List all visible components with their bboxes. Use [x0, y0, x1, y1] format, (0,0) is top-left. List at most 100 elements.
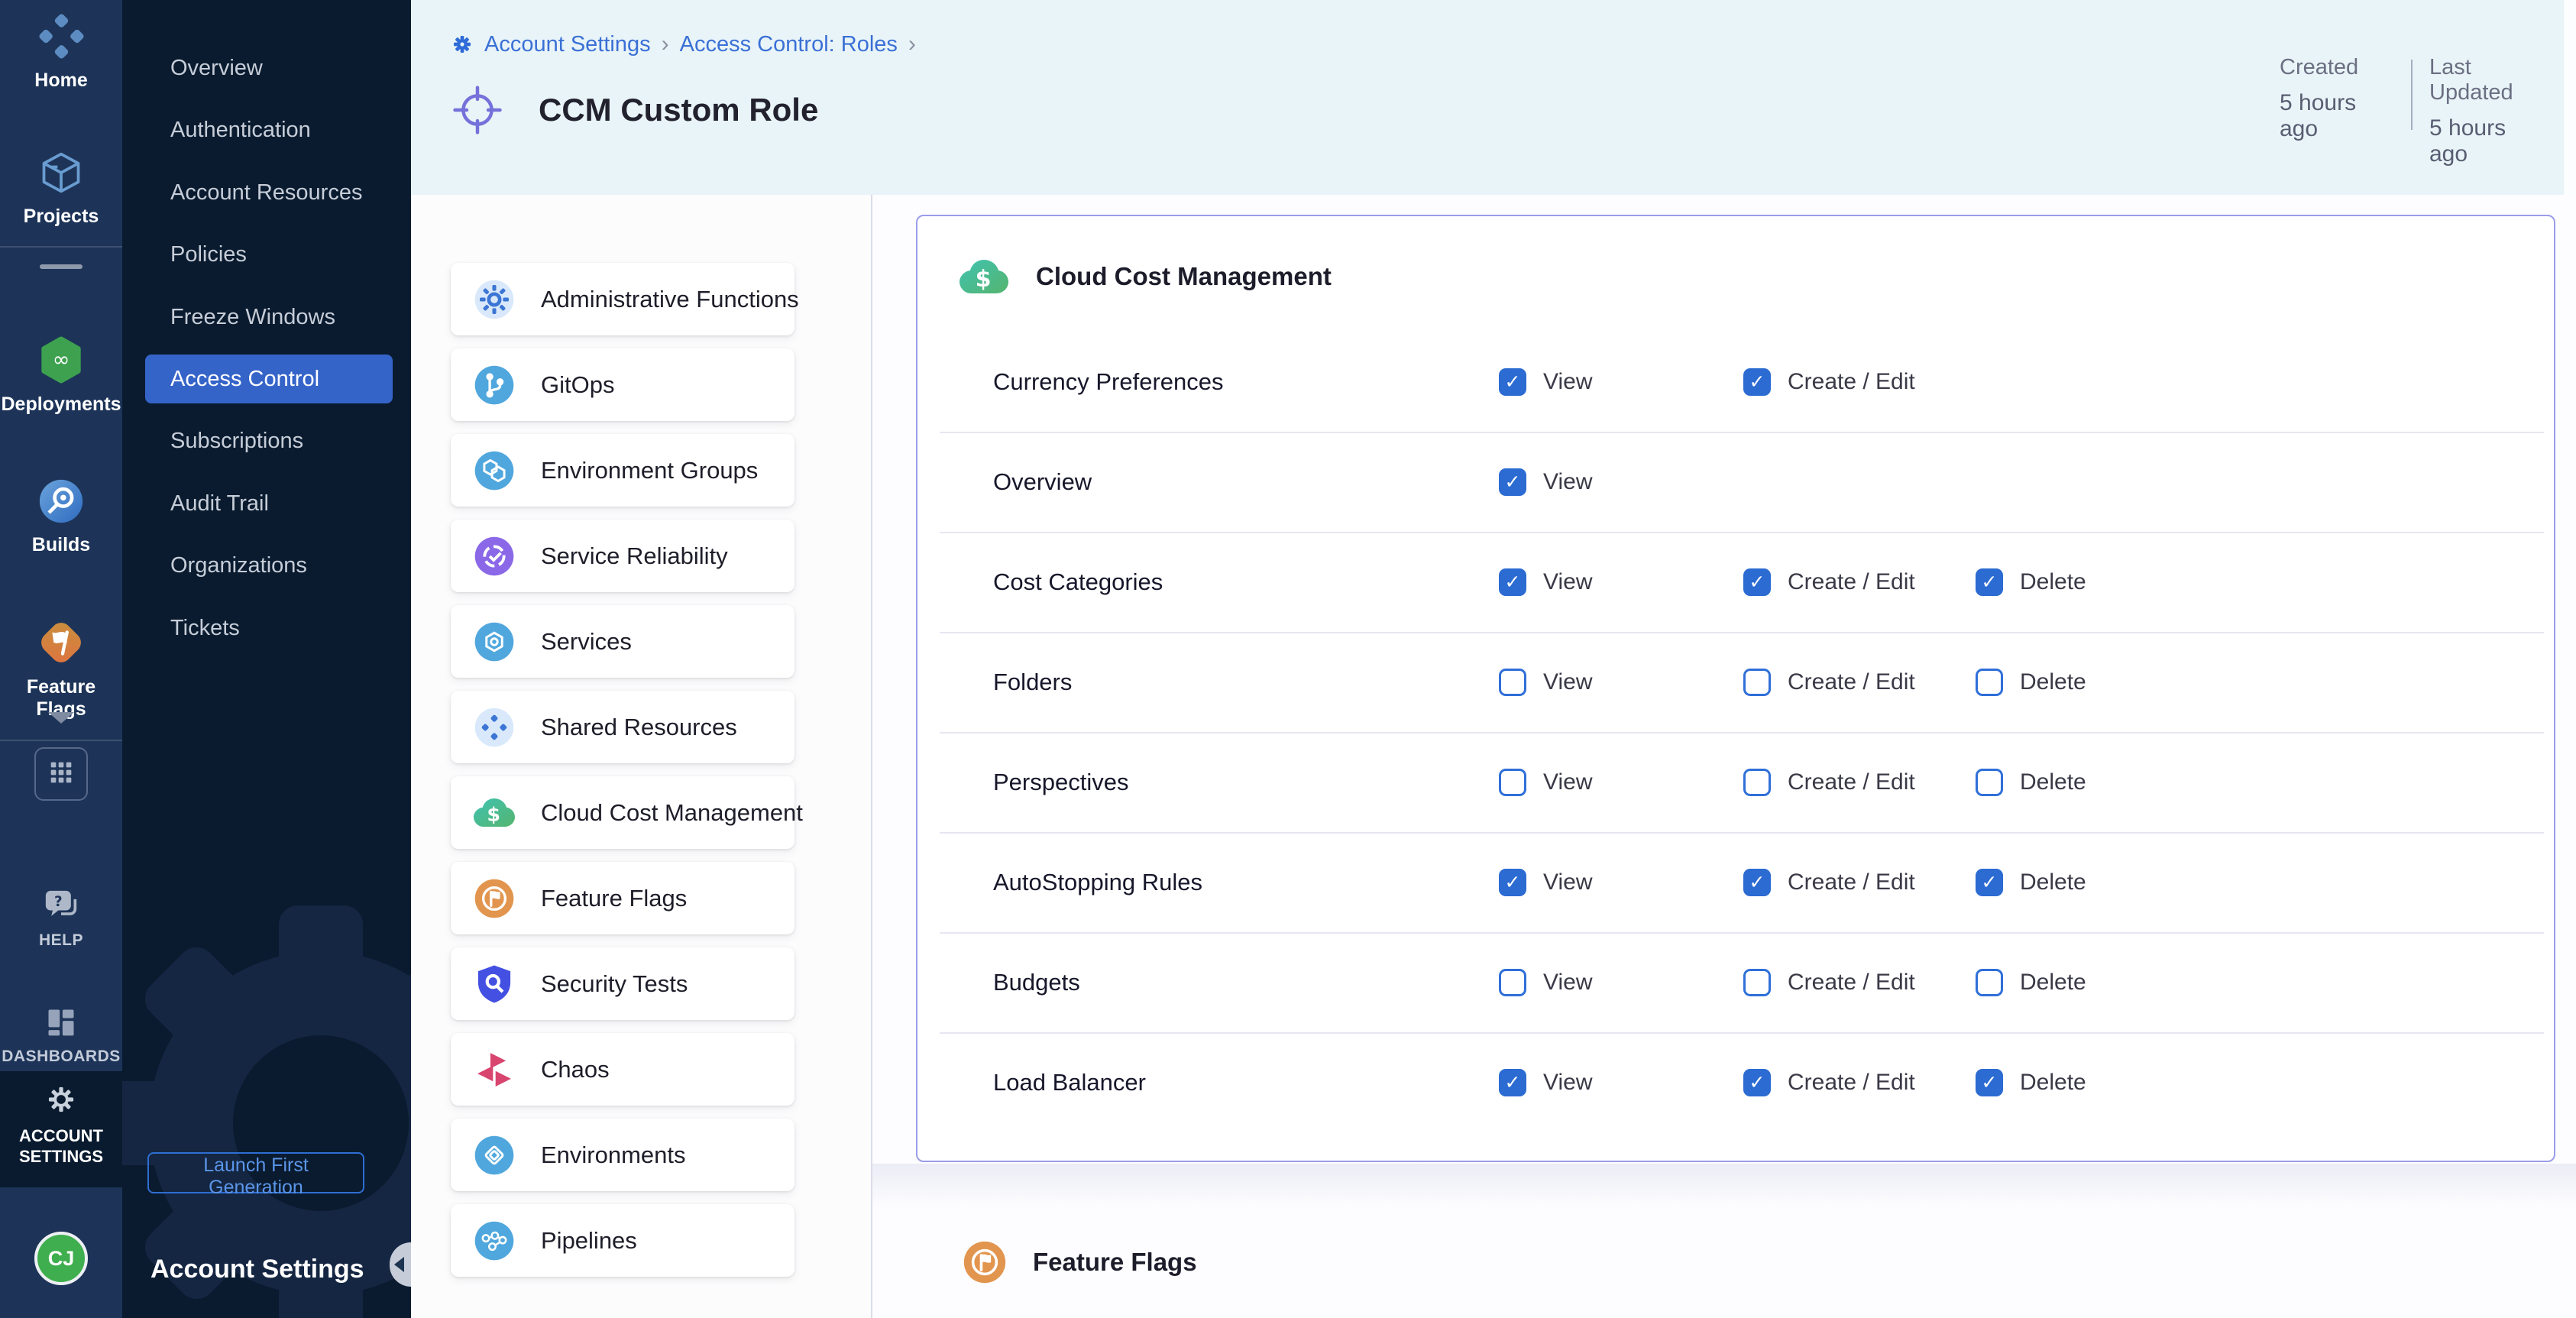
delete-checkbox[interactable] — [1976, 669, 2003, 696]
permissions-panel: $ Cloud Cost Management Currency Prefere… — [916, 215, 2555, 1162]
resource-item-environment-groups[interactable]: Environment Groups — [451, 434, 794, 507]
sidebar-collapse-button[interactable] — [390, 1242, 411, 1287]
sidebar-item-subscriptions[interactable]: Subscriptions — [122, 416, 411, 465]
sidebar-item-organizations[interactable]: Organizations — [122, 541, 411, 590]
resource-item-service-reliability[interactable]: Service Reliability — [451, 520, 794, 592]
sidebar-item-policies[interactable]: Policies — [122, 230, 411, 279]
sidebar-item-account-resources[interactable]: Account Resources — [122, 168, 411, 217]
view-checkbox[interactable]: ✓ — [1499, 869, 1526, 896]
gitops-icon — [474, 364, 515, 406]
create_edit-checkbox-label: Create / Edit — [1788, 769, 1915, 795]
rail-item-home[interactable]: Home — [0, 12, 122, 92]
delete-permission-cell: Delete — [1976, 769, 2086, 796]
view-checkbox[interactable] — [1499, 769, 1526, 796]
view-checkbox-label: View — [1543, 769, 1592, 795]
projects-cube-icon — [0, 150, 122, 199]
rail-item-dashboards[interactable]: DASHBOARDS — [0, 1006, 122, 1066]
collapse-left-icon — [394, 1257, 404, 1272]
feature-flags-icon — [963, 1240, 1007, 1284]
last-updated-meta: Last Updated 5 hours ago — [2429, 55, 2513, 167]
user-avatar[interactable]: CJ — [34, 1232, 88, 1285]
resource-item-label: GitOps — [541, 371, 614, 399]
delete-checkbox[interactable]: ✓ — [1976, 568, 2003, 596]
create_edit-checkbox-label: Create / Edit — [1788, 569, 1915, 595]
sidebar-item-access-control[interactable]: Access Control — [145, 355, 393, 403]
builds-icon — [0, 478, 122, 528]
delete-checkbox[interactable] — [1976, 969, 2003, 996]
launch-first-generation-button[interactable]: Launch First Generation — [147, 1152, 364, 1193]
resource-item-chaos[interactable]: Chaos — [451, 1033, 794, 1106]
rail-item-feature-flags[interactable]: Feature Flags — [0, 619, 122, 721]
delete-permission-cell: ✓Delete — [1976, 869, 2086, 896]
created-label: Created — [2280, 55, 2358, 80]
view-permission-cell: View — [1499, 669, 1592, 696]
resource-item-administrative-functions[interactable]: Administrative Functions — [451, 263, 794, 335]
permission-row-label: AutoStopping Rules — [993, 869, 1202, 896]
resource-item-security-tests[interactable]: Security Tests — [451, 947, 794, 1020]
content-area: Administrative Functions GitOps Environmen… — [411, 195, 2576, 1318]
shared-resources-icon — [474, 707, 515, 748]
view-checkbox[interactable]: ✓ — [1499, 1069, 1526, 1096]
rail-item-help[interactable]: ? HELP — [0, 889, 122, 950]
sidebar-item-audit-trail[interactable]: Audit Trail — [122, 479, 411, 528]
create_edit-checkbox[interactable]: ✓ — [1743, 1069, 1771, 1096]
resource-item-services[interactable]: Services — [451, 605, 794, 678]
view-checkbox[interactable]: ✓ — [1499, 568, 1526, 596]
resource-item-label: Environments — [541, 1142, 686, 1169]
module-grid-button[interactable] — [34, 747, 88, 801]
rail-drag-handle[interactable] — [40, 264, 83, 269]
create_edit-checkbox[interactable]: ✓ — [1743, 368, 1771, 396]
permission-row-autostopping-rules: AutoStopping Rules✓View✓Create / Edit✓De… — [940, 832, 2544, 934]
rail-item-deployments[interactable]: ∞ Deployments — [0, 336, 122, 416]
permission-row-label: Load Balancer — [993, 1069, 1146, 1096]
delete-checkbox-label: Delete — [2020, 970, 2086, 996]
create_edit-checkbox[interactable]: ✓ — [1743, 568, 1771, 596]
breadcrumb-link-access-control-roles[interactable]: Access Control: Roles — [680, 32, 898, 57]
resource-item-pipelines[interactable]: Pipelines — [451, 1204, 794, 1277]
view-permission-cell: View — [1499, 969, 1592, 996]
create_edit-checkbox-label: Create / Edit — [1788, 1070, 1915, 1096]
rail-item-builds[interactable]: Builds — [0, 478, 122, 556]
view-checkbox[interactable] — [1499, 669, 1526, 696]
view-checkbox[interactable]: ✓ — [1499, 368, 1526, 396]
resource-item-environments[interactable]: Environments — [451, 1119, 794, 1191]
home-logo-icon — [0, 12, 122, 63]
create_edit-checkbox[interactable]: ✓ — [1743, 869, 1771, 896]
delete-checkbox[interactable]: ✓ — [1976, 1069, 2003, 1096]
breadcrumb-link-account-settings[interactable]: Account Settings — [484, 32, 651, 57]
resource-item-label: Feature Flags — [541, 885, 687, 912]
create_edit-checkbox[interactable] — [1743, 669, 1771, 696]
sidebar-item-tickets[interactable]: Tickets — [122, 604, 411, 653]
svg-text:$: $ — [976, 266, 992, 293]
resource-item-cloud-cost-management[interactable]: $Cloud Cost Management — [451, 776, 794, 849]
create_edit-checkbox-label: Create / Edit — [1788, 970, 1915, 996]
permission-row-currency-preferences: Currency Preferences✓View✓Create / Edit — [940, 332, 2544, 433]
view-checkbox[interactable] — [1499, 969, 1526, 996]
delete-checkbox[interactable]: ✓ — [1976, 869, 2003, 896]
rail-item-projects[interactable]: Projects — [0, 150, 122, 228]
sidebar-item-freeze-windows[interactable]: Freeze Windows — [122, 293, 411, 342]
dashboards-icon — [0, 1006, 122, 1043]
resource-item-feature-flags[interactable]: Feature Flags — [451, 862, 794, 934]
chevron-down-icon[interactable] — [48, 712, 74, 724]
section-header: $ Cloud Cost Management — [960, 259, 1332, 294]
rail-item-label: DASHBOARDS — [0, 1048, 122, 1066]
resource-item-shared-resources[interactable]: Shared Resources — [451, 691, 794, 763]
view-checkbox[interactable]: ✓ — [1499, 468, 1526, 496]
create_edit-permission-cell: Create / Edit — [1743, 969, 1915, 996]
permission-row-folders: FoldersViewCreate / EditDelete — [940, 632, 2544, 733]
sidebar-item-authentication[interactable]: Authentication — [122, 105, 411, 154]
view-permission-cell: ✓View — [1499, 468, 1592, 496]
rail-item-account-settings[interactable]: ACCOUNT SETTINGS — [0, 1071, 122, 1187]
delete-checkbox[interactable] — [1976, 769, 2003, 796]
create_edit-checkbox[interactable] — [1743, 969, 1771, 996]
page-title: CCM Custom Role — [539, 92, 818, 128]
create_edit-checkbox[interactable] — [1743, 769, 1771, 796]
svg-text:$: $ — [487, 803, 500, 825]
chaos-icon — [474, 1049, 515, 1090]
scrollbar-gutter — [2564, 0, 2576, 195]
sidebar-item-overview[interactable]: Overview — [122, 44, 411, 92]
permission-row-cost-categories: Cost Categories✓View✓Create / Edit✓Delet… — [940, 532, 2544, 633]
resource-item-gitops[interactable]: GitOps — [451, 348, 794, 421]
next-section-header: Feature Flags — [963, 1240, 1197, 1284]
